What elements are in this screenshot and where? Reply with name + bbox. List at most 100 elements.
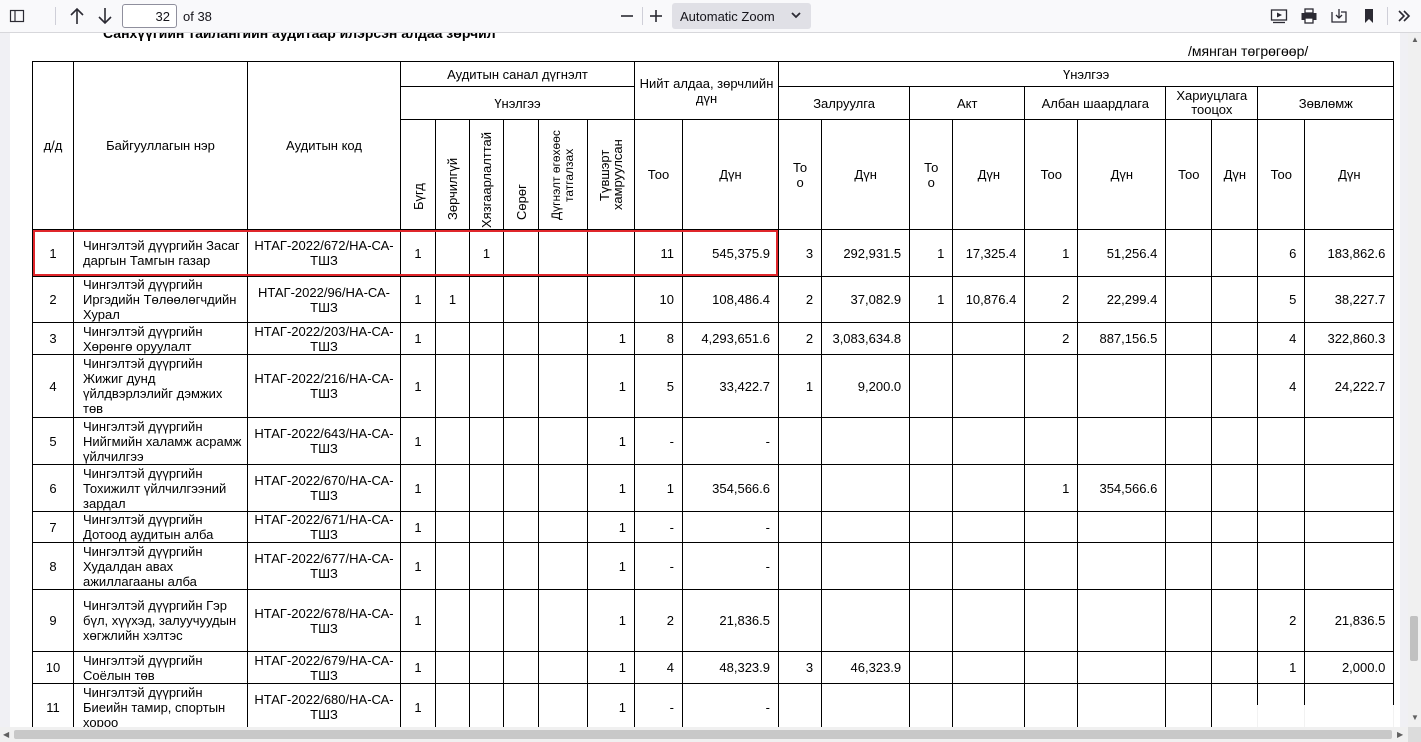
horizontal-scrollbar[interactable]: ◀ ▶ — [0, 727, 1408, 742]
cell-liab-v — [1211, 229, 1259, 277]
cell-total-n: - — [634, 683, 683, 727]
cell-org: Чингэлтэй дүүргийн Жижиг дунд үйлдвэрлэл… — [73, 354, 248, 418]
bookmark-button[interactable] — [1358, 5, 1380, 27]
presentation-mode-button[interactable] — [1268, 5, 1290, 27]
cell-zorchilgui — [435, 417, 470, 465]
cell-zorchilgui — [435, 354, 470, 418]
table-row: 8 Чингэлтэй дүүргийн Худалдан авах ажилла… — [32, 542, 1395, 590]
cell-soreg — [503, 651, 539, 684]
cell-dem-v — [1077, 651, 1167, 684]
table-row: 4 Чингэлтэй дүүргийн Жижиг дунд үйлдвэрлэ… — [32, 354, 1395, 418]
cell-liab-v — [1211, 542, 1259, 590]
zoom-select[interactable]: Automatic Zoom — [672, 3, 811, 29]
header-zorchilgui: Зөрчилгүй — [435, 119, 470, 230]
document-viewer[interactable]: Санхүүгийн тайлангийн аудитаар илэрсэн а… — [0, 33, 1408, 727]
cell-corr-n: 2 — [777, 276, 823, 323]
cell-bugd: 1 — [400, 276, 436, 323]
cell-rec-n: 5 — [1257, 276, 1306, 323]
cell-rec-n: 4 — [1257, 354, 1306, 418]
tools-menu-button[interactable] — [1393, 5, 1415, 27]
cell-total-v: - — [682, 542, 779, 590]
cell-liab-n — [1165, 417, 1213, 465]
cell-zorchilgui — [435, 322, 470, 355]
cell-tatg — [538, 683, 588, 727]
cell-code: НТАГ-2022/679/НА-СА-ТШЗ — [247, 651, 401, 684]
table-row: 3 Чингэлтэй дүүргийн Хөрөнгө оруулалт НТАГ… — [32, 322, 1395, 355]
next-page-button[interactable] — [94, 5, 116, 27]
cell-tuv: 1 — [587, 511, 635, 543]
header-total: Нийт алдаа, зөрчлийн дүн — [634, 61, 779, 120]
cell-rec-n: 1 — [1257, 651, 1306, 684]
cell-dem-n: 1 — [1024, 464, 1079, 512]
scrollbar-corner — [1408, 727, 1421, 742]
arrow-down-icon — [98, 8, 112, 25]
cell-zorchilgui: 1 — [435, 276, 470, 323]
zoom-value: Automatic Zoom — [680, 8, 775, 24]
cell-tuv: 1 — [587, 354, 635, 418]
cell-soreg — [503, 683, 539, 727]
cell-rec-v: 183,862.6 — [1304, 229, 1395, 277]
scroll-right-icon[interactable]: ▶ — [1397, 730, 1403, 739]
cell-liab-v — [1211, 589, 1259, 652]
cell-act-n — [909, 589, 954, 652]
cell-total-v: - — [682, 417, 779, 465]
save-icon — [1331, 9, 1347, 23]
watermark-overlay — [1250, 705, 1400, 727]
cell-zorchilgui — [435, 683, 470, 727]
cell-total-v: 21,836.5 — [682, 589, 779, 652]
zoom-out-button[interactable] — [616, 5, 638, 27]
cell-code: НТАГ-2022/216/НА-СА-ТШЗ — [247, 354, 401, 418]
page-number-input[interactable] — [122, 4, 177, 28]
vertical-scroll-thumb[interactable] — [1410, 616, 1418, 661]
previous-page-button[interactable] — [66, 5, 88, 27]
save-button[interactable] — [1328, 5, 1350, 27]
zoom-in-button[interactable] — [645, 5, 667, 27]
cell-corr-n — [777, 589, 823, 652]
scroll-up-icon[interactable]: ▲ — [1411, 35, 1419, 44]
horizontal-scroll-thumb[interactable] — [14, 730, 1392, 739]
cell-dem-n — [1024, 354, 1079, 418]
scroll-left-icon[interactable]: ◀ — [3, 730, 9, 739]
cell-rec-v: 322,860.3 — [1304, 322, 1395, 355]
cell-soreg — [503, 589, 539, 652]
print-button[interactable] — [1298, 5, 1320, 27]
bookmark-icon — [1365, 9, 1373, 23]
cell-total-n: - — [634, 542, 683, 590]
scroll-down-icon[interactable]: ▼ — [1411, 713, 1419, 722]
cell-total-n: 2 — [634, 589, 683, 652]
cell-hyaz — [469, 276, 504, 323]
cell-act-v — [952, 589, 1026, 652]
vertical-scrollbar[interactable]: ▲ ▼ — [1408, 33, 1421, 727]
cell-corr-n — [777, 464, 823, 512]
cell-total-n: 11 — [634, 229, 683, 277]
cell-act-n — [909, 322, 954, 355]
header-tatgalzah: Дүгнэлт өгөхөөс татгалзах — [538, 119, 588, 230]
cell-tuv: 1 — [587, 464, 635, 512]
cell-act-v: 10,876.4 — [952, 276, 1026, 323]
header-act-count: То о — [909, 119, 954, 230]
cell-tatg — [538, 354, 588, 418]
header-liability-count: Тоо — [1165, 119, 1213, 230]
unit-label: /мянган төгрөгөөр/ — [1188, 43, 1309, 59]
toolbar-separator — [642, 7, 643, 25]
header-correction-count: То о — [777, 119, 823, 230]
cell-hyaz — [469, 322, 504, 355]
cell-act-n — [909, 683, 954, 727]
cell-corr-v — [821, 511, 911, 543]
header-recommendation-count: Тоо — [1257, 119, 1306, 230]
cell-act-n — [909, 511, 954, 543]
cell-act-v — [952, 511, 1026, 543]
header-demand-count: Тоо — [1024, 119, 1079, 230]
cell-soreg — [503, 542, 539, 590]
cell-org: Чингэлтэй дүүргийн Соёлын төв — [73, 651, 248, 684]
sidebar-toggle-button[interactable] — [6, 5, 28, 27]
cell-dem-n: 2 — [1024, 276, 1079, 323]
cell-dem-v — [1077, 683, 1167, 727]
cell-liab-n — [1165, 229, 1213, 277]
section-heading: Санхүүгийн тайлангийн аудитаар илэрсэн а… — [103, 33, 496, 41]
cell-liab-n — [1165, 651, 1213, 684]
cell-corr-v — [821, 542, 911, 590]
cell-corr-v — [821, 417, 911, 465]
header-correction: Залруулга — [777, 86, 911, 120]
header-liability-sum: Дүн — [1211, 119, 1259, 230]
